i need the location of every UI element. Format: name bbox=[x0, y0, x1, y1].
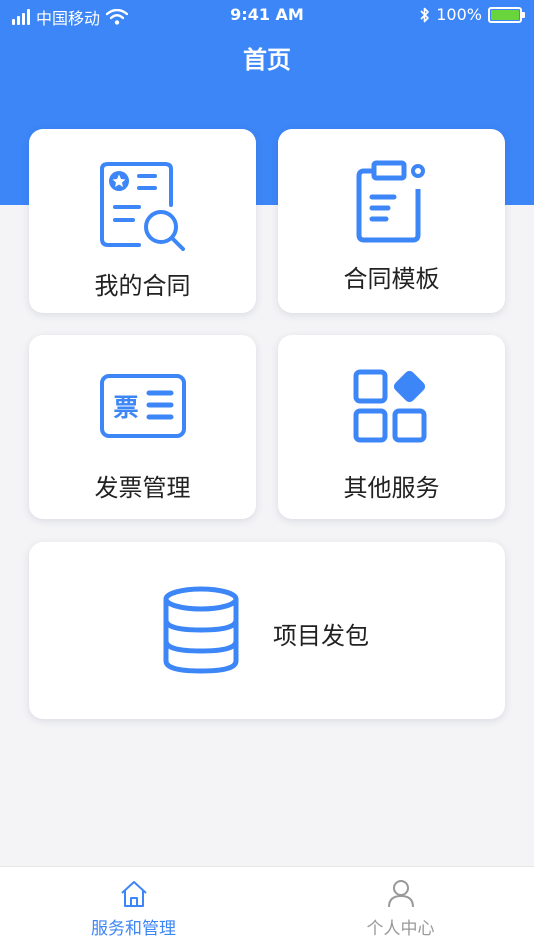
home-icon bbox=[121, 881, 147, 907]
database-icon bbox=[163, 586, 239, 674]
tab-label: 服务和管理 bbox=[91, 919, 176, 939]
battery-fill bbox=[491, 9, 519, 20]
tab-profile[interactable]: 个人中心 bbox=[267, 867, 534, 951]
contract-search-icon bbox=[100, 162, 185, 251]
card-invoice-management[interactable]: 票 发票管理 bbox=[29, 335, 256, 519]
grid-apps-icon bbox=[353, 369, 427, 443]
clipboard-icon bbox=[356, 160, 425, 243]
page-title: 首页 bbox=[243, 46, 291, 74]
tab-bar: 服务和管理 个人中心 bbox=[0, 866, 534, 951]
card-my-contracts[interactable]: 我的合同 bbox=[29, 129, 256, 313]
svg-text:票: 票 bbox=[113, 393, 138, 422]
battery-icon bbox=[488, 6, 525, 23]
card-label: 其他服务 bbox=[343, 474, 440, 502]
ticket-icon: 票 bbox=[100, 374, 186, 438]
bluetooth-icon bbox=[420, 7, 430, 22]
card-label: 发票管理 bbox=[94, 474, 191, 502]
user-icon bbox=[388, 880, 414, 908]
tab-services[interactable]: 服务和管理 bbox=[0, 867, 267, 951]
card-project-outsourcing[interactable]: 项目发包 bbox=[29, 542, 505, 719]
card-label: 合同模板 bbox=[343, 265, 440, 293]
card-label: 我的合同 bbox=[94, 272, 191, 300]
tab-label: 个人中心 bbox=[366, 919, 435, 939]
status-bar: 中国移动 9:41 AM 100% bbox=[0, 0, 534, 30]
card-other-services[interactable]: 其他服务 bbox=[278, 335, 505, 519]
card-label: 项目发包 bbox=[273, 622, 369, 650]
card-contract-templates[interactable]: 合同模板 bbox=[278, 129, 505, 313]
battery-percent: 100% bbox=[436, 5, 482, 24]
status-right: 100% bbox=[420, 5, 525, 24]
